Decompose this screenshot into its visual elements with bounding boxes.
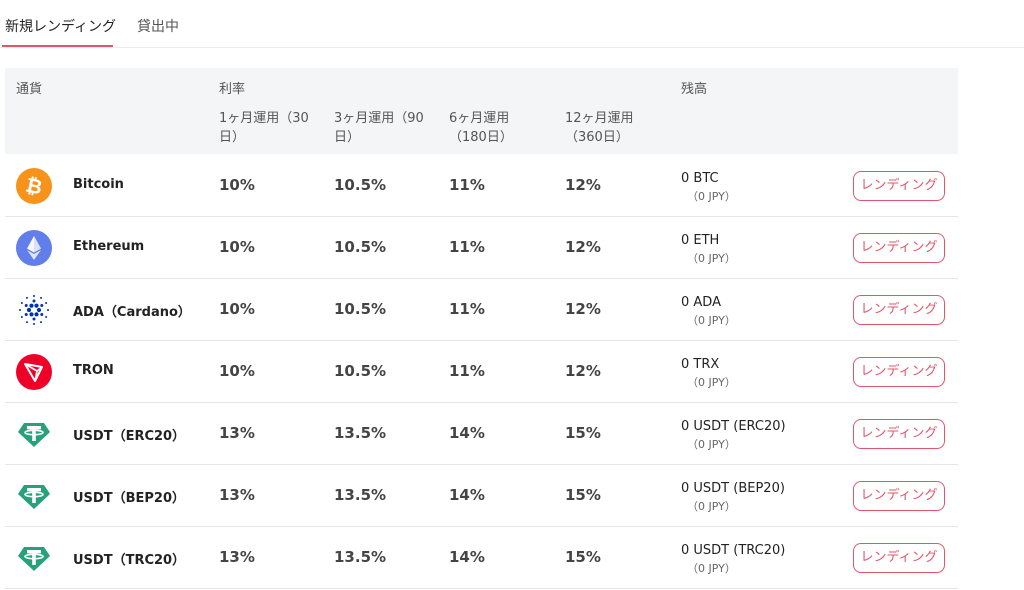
balance-amount: 0 TRX [681,357,720,372]
lending-button[interactable]: レンディング [853,295,945,325]
rate-6m: 14% [449,424,485,442]
lending-button[interactable]: レンディング [853,543,945,573]
rate-12m: 15% [565,424,601,442]
table-row: Ethereum 10% 10.5% 11% 12% 0 ETH （0 JPY）… [5,217,958,279]
rate-3m: 13.5% [334,486,387,504]
coin-name: USDT（TRC20） [73,553,186,568]
header-period-1m: 1ヶ月運用（30 日） [219,111,309,145]
active-tab-indicator [2,45,113,47]
rate-6m: 11% [449,238,485,256]
tether-icon [16,540,52,576]
lending-button[interactable]: レンディング [853,171,945,201]
header-currency: 通貨 [16,82,43,97]
rate-3m: 13.5% [334,548,387,566]
tron-icon [16,354,52,390]
balance-jpy: （0 JPY） [687,252,736,265]
lending-button[interactable]: レンディング [853,233,945,263]
table-row: USDT（BEP20） 13% 13.5% 14% 15% 0 USDT (BE… [5,465,958,527]
balance-amount: 0 USDT (BEP20) [681,481,785,496]
rate-1m: 13% [219,548,255,566]
rate-6m: 14% [449,548,485,566]
rate-12m: 15% [565,548,601,566]
table-row: ADA（Cardano） 10% 10.5% 11% 12% 0 ADA （0 … [5,279,958,341]
rate-1m: 10% [219,362,255,380]
rate-12m: 12% [565,362,601,380]
balance-amount: 0 USDT (ERC20) [681,419,786,434]
rate-6m: 11% [449,176,485,194]
balance-jpy: （0 JPY） [687,376,736,389]
ethereum-icon [16,230,52,266]
lending-button[interactable]: レンディング [853,481,945,511]
rate-3m: 10.5% [334,238,387,256]
rate-12m: 12% [565,300,601,318]
table-row: TRON 10% 10.5% 11% 12% 0 TRX （0 JPY） レンデ… [5,341,958,403]
rate-1m: 13% [219,486,255,504]
coin-name: ADA（Cardano） [73,305,191,320]
coin-name: Bitcoin [73,177,124,192]
tab-new-lending[interactable]: 新規レンディング [5,16,116,36]
table-row: USDT（TRC20） 13% 13.5% 14% 15% 0 USDT (TR… [5,527,958,589]
bitcoin-icon: ₿ [16,168,52,204]
tab-lending-in-progress[interactable]: 貸出中 [137,16,179,36]
rate-6m: 14% [449,486,485,504]
header-period-6m: 6ヶ月運用 （180日） [449,111,513,145]
balance-amount: 0 ADA [681,295,721,310]
table-header: 通貨 利率 残高 1ヶ月運用（30 日） 3ヶ月運用（90 日） 6ヶ月運用 （180… [5,68,958,154]
coin-name: USDT（ERC20） [73,429,186,444]
lending-button[interactable]: レンディング [853,357,945,387]
rate-1m: 10% [219,176,255,194]
header-period-12m: 12ヶ月運用 （360日） [565,111,634,145]
tether-icon [16,416,52,452]
balance-amount: 0 ETH [681,233,720,248]
rate-3m: 13.5% [334,424,387,442]
balance-jpy: （0 JPY） [687,314,736,327]
table-row: USDT（ERC20） 13% 13.5% 14% 15% 0 USDT (ER… [5,403,958,465]
rate-6m: 11% [449,300,485,318]
balance-jpy: （0 JPY） [687,190,736,203]
rate-3m: 10.5% [334,362,387,380]
balance-jpy: （0 JPY） [687,562,736,575]
tab-bar: 新規レンディング 貸出中 [0,0,1024,48]
balance-jpy: （0 JPY） [687,438,736,451]
balance-amount: 0 USDT (TRC20) [681,543,786,558]
header-rate: 利率 [219,82,246,97]
coin-name: USDT（BEP20） [73,491,185,506]
rate-1m: 10% [219,300,255,318]
table-row: ₿ Bitcoin 10% 10.5% 11% 12% 0 BTC （0 JPY… [5,155,958,217]
coin-name: TRON [73,363,114,378]
tether-icon [16,478,52,514]
rate-12m: 12% [565,176,601,194]
balance-amount: 0 BTC [681,171,719,186]
header-balance: 残高 [681,82,708,97]
lending-button[interactable]: レンディング [853,419,945,449]
cardano-icon [16,292,52,328]
balance-jpy: （0 JPY） [687,500,736,513]
coin-name: Ethereum [73,239,145,254]
rate-3m: 10.5% [334,176,387,194]
rate-12m: 12% [565,238,601,256]
rate-12m: 15% [565,486,601,504]
header-period-3m: 3ヶ月運用（90 日） [334,111,424,145]
rate-1m: 10% [219,238,255,256]
rate-1m: 13% [219,424,255,442]
rate-6m: 11% [449,362,485,380]
rate-3m: 10.5% [334,300,387,318]
